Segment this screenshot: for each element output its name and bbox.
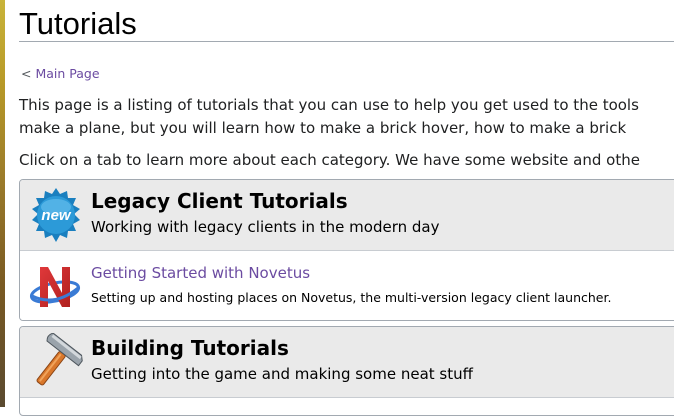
category-panel-legacy-clients: new Legacy Client Tutorials Working with… [19,179,674,321]
main-page-link[interactable]: Main Page [35,66,99,81]
tutorial-link-novetus[interactable]: Getting Started with Novetus [91,264,310,282]
category-title: Legacy Client Tutorials [91,189,348,213]
novetus-logo-icon [29,267,81,307]
category-header[interactable]: Building Tutorials Getting into the game… [20,327,674,398]
category-title: Building Tutorials [91,336,289,360]
category-subtitle: Getting into the game and making some ne… [91,365,473,383]
category-panel-building: Building Tutorials Getting into the game… [19,326,674,416]
hammer-icon [36,333,83,386]
page-title: Tutorials [19,6,137,41]
intro-line-2: make a plane, but you will learn how to … [19,119,627,137]
list-item: Getting Started with Novetus Setting up … [20,251,674,320]
category-header[interactable]: new Legacy Client Tutorials Working with… [20,180,674,251]
intro-instructions: Click on a tab to learn more about each … [19,151,640,169]
left-decorative-strip [0,0,5,407]
svg-text:new: new [41,207,72,224]
breadcrumb-prefix: < [21,66,36,81]
intro-paragraph: This page is a listing of tutorials that… [19,94,674,140]
intro-line-1: This page is a listing of tutorials that… [19,96,639,114]
breadcrumb: < Main Page [21,66,100,82]
tutorial-description: Setting up and hosting places on Novetus… [91,290,612,305]
new-badge-icon: new [32,188,80,242]
category-subtitle: Working with legacy clients in the moder… [91,218,440,236]
title-divider [19,41,674,42]
